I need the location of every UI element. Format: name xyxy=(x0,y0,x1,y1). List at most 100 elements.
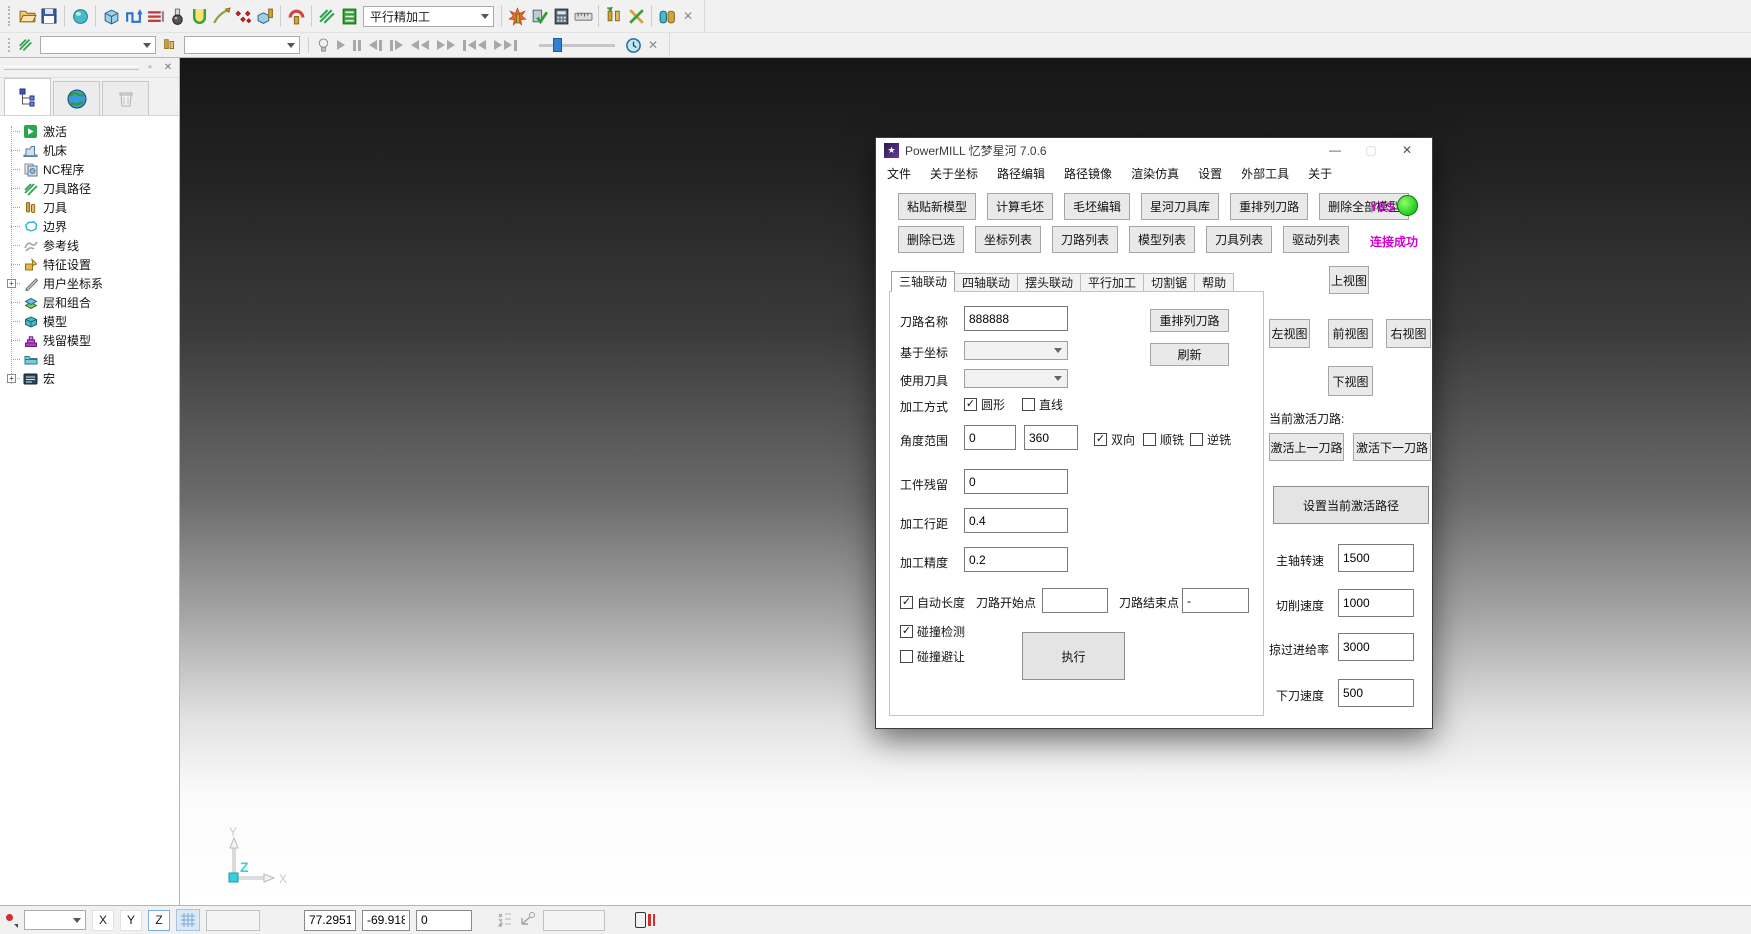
menu-about[interactable]: 关于 xyxy=(1308,165,1332,182)
menu-render-sim[interactable]: 渲染仿真 xyxy=(1131,165,1179,182)
coord-y-field[interactable] xyxy=(362,910,410,931)
float-panel-icon[interactable]: ▫ xyxy=(143,62,157,73)
probe-icon[interactable] xyxy=(519,911,537,930)
conventional-mill-checkbox[interactable]: 逆铣 xyxy=(1190,431,1231,448)
tab-saw[interactable]: 切割锯 xyxy=(1144,273,1195,292)
menu-file[interactable]: 文件 xyxy=(887,165,911,182)
profile-channel-icon[interactable] xyxy=(188,5,210,27)
measure-field[interactable] xyxy=(543,910,605,931)
menu-path-mirror[interactable]: 路径镜像 xyxy=(1064,165,1112,182)
calc-block-button[interactable]: 计算毛坯 xyxy=(987,193,1053,220)
angle-to-input[interactable] xyxy=(1024,425,1078,450)
slider-handle[interactable] xyxy=(553,38,562,52)
open-icon[interactable] xyxy=(16,5,38,27)
refresh-button[interactable]: 刷新 xyxy=(1150,343,1229,366)
block-edit-button[interactable]: 毛坯编辑 xyxy=(1064,193,1130,220)
tab-3axis[interactable]: 三轴联动 xyxy=(891,271,955,292)
checkbox-icon[interactable]: ✓ xyxy=(964,398,977,411)
close-panel-icon[interactable]: ✕ xyxy=(161,62,175,73)
save-icon[interactable] xyxy=(38,5,60,27)
step-forward-icon[interactable] xyxy=(390,40,403,51)
auto-length-checkbox[interactable]: ✓ 自动长度 xyxy=(900,594,965,611)
expand-icon[interactable]: + xyxy=(7,279,16,288)
mode-linear-checkbox[interactable]: 直线 xyxy=(1022,396,1063,413)
collision-avoid-checkbox[interactable]: 碰撞避让 xyxy=(900,648,965,665)
workplane-combo[interactable] xyxy=(24,910,86,930)
batch-process-icon[interactable] xyxy=(144,5,166,27)
speed-slider[interactable] xyxy=(539,38,615,52)
tree-item[interactable]: 参考线 xyxy=(4,236,179,255)
tab-world[interactable] xyxy=(53,81,100,115)
stepover-input[interactable] xyxy=(964,508,1068,533)
execute-button[interactable]: 执行 xyxy=(1022,632,1125,680)
cutting-feed-input[interactable] xyxy=(1338,589,1414,617)
toolpath-name-input[interactable] xyxy=(964,306,1068,331)
tab-parallel[interactable]: 平行加工 xyxy=(1081,273,1144,292)
tree-item[interactable]: 刀具 xyxy=(4,198,179,217)
set-active-path-button[interactable]: 设置当前激活路径 xyxy=(1273,486,1429,524)
tool-change-icon[interactable] xyxy=(603,5,625,27)
tree-item[interactable]: 特征设置 xyxy=(4,255,179,274)
tree-item[interactable]: 组 xyxy=(4,350,179,369)
end-point-input[interactable] xyxy=(1182,588,1249,613)
rewind-icon[interactable] xyxy=(411,40,429,50)
play-icon[interactable] xyxy=(337,40,345,50)
tree-item[interactable]: 模型 xyxy=(4,312,179,331)
view-front-button[interactable]: 前视图 xyxy=(1328,319,1373,348)
bidirectional-checkbox[interactable]: ✓ 双向 xyxy=(1094,431,1135,448)
calculator-icon[interactable] xyxy=(550,5,572,27)
delete-all-models-button[interactable]: 删除全部模型 xyxy=(1319,193,1409,220)
menu-ext-tools[interactable]: 外部工具 xyxy=(1241,165,1289,182)
checkbox-icon[interactable] xyxy=(1143,433,1156,446)
tree-item[interactable]: +宏 xyxy=(4,369,179,388)
close-icon[interactable]: ✕ xyxy=(1392,143,1422,157)
start-point-input[interactable] xyxy=(1042,588,1108,613)
coord-x-field[interactable] xyxy=(304,910,356,931)
rearrange-button[interactable]: 重排列刀路 xyxy=(1150,309,1229,332)
climb-mill-checkbox[interactable]: 顺铣 xyxy=(1143,431,1184,448)
collision-check-checkbox[interactable]: ✓ 碰撞检测 xyxy=(900,623,965,640)
rotate-view-icon[interactable] xyxy=(635,912,655,928)
toolpath-list-button[interactable]: 刀路列表 xyxy=(1052,226,1118,253)
strategy-list-icon[interactable] xyxy=(338,5,360,27)
rearrange-toolpath-button[interactable]: 重排列刀路 xyxy=(1230,193,1308,220)
base-coord-select[interactable] xyxy=(964,341,1068,360)
go-end-icon[interactable] xyxy=(494,40,517,51)
checkbox-icon[interactable] xyxy=(1022,398,1035,411)
clock-icon[interactable] xyxy=(623,36,643,54)
delete-selected-button[interactable]: 删除已选 xyxy=(898,226,964,253)
tree-item[interactable]: NC程序 xyxy=(4,160,179,179)
pattern-points-icon[interactable] xyxy=(232,5,254,27)
tree-item[interactable]: 层和组合 xyxy=(4,293,179,312)
tab-tilthead[interactable]: 摆头联动 xyxy=(1018,273,1081,292)
tool-library-button[interactable]: 星河刀具库 xyxy=(1141,193,1219,220)
menu-path-edit[interactable]: 路径编辑 xyxy=(997,165,1045,182)
minimize-icon[interactable]: — xyxy=(1320,143,1350,157)
maximize-icon[interactable]: ▢ xyxy=(1356,143,1386,157)
use-tool-select[interactable] xyxy=(964,369,1068,388)
drive-list-button[interactable]: 驱动列表 xyxy=(1283,226,1349,253)
axis-x-button[interactable]: X xyxy=(92,910,114,931)
target-dropdown-icon[interactable] xyxy=(4,912,18,928)
stock-remain-input[interactable] xyxy=(964,469,1068,494)
tab-recycle-bin[interactable] xyxy=(102,81,149,115)
plunge-feed-input[interactable] xyxy=(1338,679,1414,707)
tool-list-button[interactable]: 刀具列表 xyxy=(1206,226,1272,253)
create-block-icon[interactable] xyxy=(100,5,122,27)
menu-settings[interactable]: 设置 xyxy=(1198,165,1222,182)
toolbar-grip[interactable] xyxy=(8,6,11,25)
tree-item[interactable]: +用户坐标系 xyxy=(4,274,179,293)
ruler-icon[interactable] xyxy=(572,5,594,27)
checkbox-icon[interactable] xyxy=(1190,433,1203,446)
tab-4axis[interactable]: 四轴联动 xyxy=(955,273,1018,292)
checkbox-icon[interactable]: ✓ xyxy=(900,596,913,609)
sim-tool-combo[interactable] xyxy=(184,36,300,54)
activate-prev-button[interactable]: 激活上一刀路 xyxy=(1269,433,1344,461)
tree-item[interactable]: 机床 xyxy=(4,141,179,160)
grid-toggle-icon[interactable] xyxy=(176,909,200,931)
view-top-button[interactable]: 上视图 xyxy=(1329,266,1369,294)
block-tool-icon[interactable] xyxy=(254,5,276,27)
fast-forward-icon[interactable] xyxy=(437,40,455,50)
stock-pair-icon[interactable] xyxy=(656,5,678,27)
checkbox-icon[interactable]: ✓ xyxy=(900,625,913,638)
